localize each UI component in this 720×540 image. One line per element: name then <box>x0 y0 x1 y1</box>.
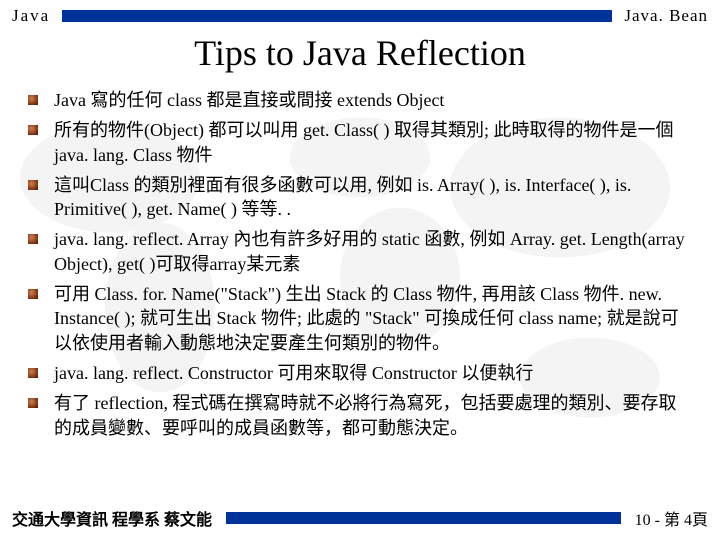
header-row: Java Java. Bean <box>0 0 720 26</box>
list-item: java. lang. reflect. Constructor 可用來取得 C… <box>48 361 690 385</box>
header-divider-bar <box>62 10 612 22</box>
list-item: 這叫Class 的類別裡面有很多函數可以用, 例如 is. Array( ), … <box>48 173 690 222</box>
list-item: 有了 reflection, 程式碼在撰寫時就不必將行為寫死，包括要處理的類別、… <box>48 391 690 440</box>
bullet-list: Java 寫的任何 class 都是直接或間接 extends Object 所… <box>0 88 720 440</box>
list-item: 可用 Class. for. Name("Stack") 生出 Stack 的 … <box>48 282 690 355</box>
footer-divider-bar <box>226 512 621 524</box>
list-item: java. lang. reflect. Array 內也有許多好用的 stat… <box>48 227 690 276</box>
header-left-label: Java <box>12 6 50 26</box>
page-title: Tips to Java Reflection <box>0 32 720 74</box>
header-right-label: Java. Bean <box>624 6 708 26</box>
list-item: Java 寫的任何 class 都是直接或間接 extends Object <box>48 88 690 112</box>
footer-row: 交通大學資訊 程學系 蔡文能 10 - 第 4頁 <box>0 506 720 530</box>
footer-left-label: 交通大學資訊 程學系 蔡文能 <box>12 506 212 530</box>
list-item: 所有的物件(Object) 都可以叫用 get. Class( ) 取得其類別;… <box>48 118 690 167</box>
footer-page-number: 10 - 第 4頁 <box>635 506 708 530</box>
